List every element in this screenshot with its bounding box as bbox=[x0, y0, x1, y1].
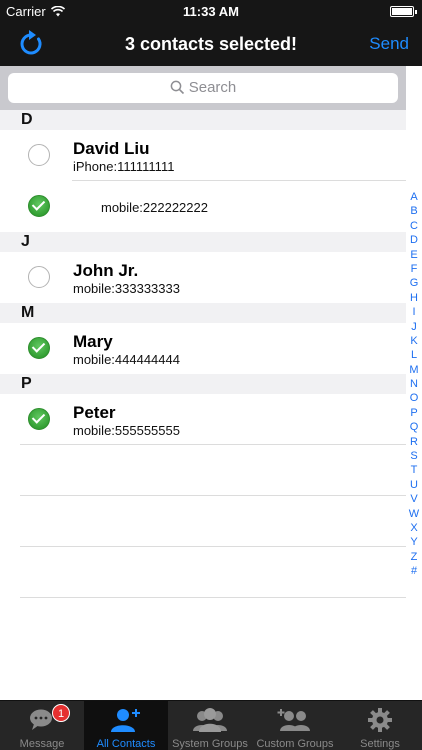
index-letter[interactable]: J bbox=[406, 320, 422, 334]
contact-name: Mary bbox=[73, 332, 113, 351]
index-letter[interactable]: O bbox=[406, 391, 422, 405]
contact-phone: iPhone:111111111 bbox=[73, 159, 175, 174]
section-header-m: M bbox=[0, 303, 406, 323]
status-bar: Carrier 11:33 AM bbox=[0, 0, 422, 22]
index-letter[interactable]: S bbox=[406, 449, 422, 463]
contact-name: David Liu bbox=[73, 139, 150, 158]
contact-name: John Jr. bbox=[73, 261, 139, 280]
index-letter[interactable]: L bbox=[406, 348, 422, 362]
index-letter[interactable]: Q bbox=[406, 420, 422, 434]
index-letter[interactable]: U bbox=[406, 478, 422, 492]
index-letter[interactable]: M bbox=[406, 363, 422, 377]
contact-row[interactable]: Peter mobile:555555555 bbox=[0, 394, 406, 445]
index-letter[interactable]: G bbox=[406, 276, 422, 290]
contact-row[interactable]: John Jr. mobile:333333333 bbox=[0, 252, 406, 303]
app-screen: Carrier 11:33 AM 3 contacts selected! Se… bbox=[0, 0, 422, 750]
index-letter[interactable]: I bbox=[406, 305, 422, 319]
top-bar: Carrier 11:33 AM 3 contacts selected! Se… bbox=[0, 0, 422, 66]
add-contact-icon bbox=[110, 707, 142, 736]
empty-row bbox=[0, 496, 406, 547]
select-radio[interactable] bbox=[28, 144, 50, 166]
index-letter[interactable]: X bbox=[406, 521, 422, 535]
search-placeholder: Search bbox=[188, 79, 237, 96]
index-letter[interactable]: C bbox=[406, 219, 422, 233]
index-letter[interactable]: # bbox=[406, 564, 422, 578]
index-letter[interactable]: V bbox=[406, 492, 422, 506]
tab-label: Message bbox=[19, 738, 65, 750]
empty-row bbox=[0, 547, 406, 598]
tab-label: Settings bbox=[360, 738, 400, 750]
contact-phone: mobile:444444444 bbox=[73, 352, 180, 367]
page-title: 3 contacts selected! bbox=[124, 34, 298, 54]
contact-phone: mobile:555555555 bbox=[73, 423, 180, 438]
add-group-icon bbox=[277, 707, 313, 736]
tab-label: All Contacts bbox=[96, 738, 156, 750]
index-letter[interactable]: W bbox=[406, 507, 422, 521]
contact-list: D David Liu iPhone:111111111 mobile:2222… bbox=[0, 110, 406, 700]
tab-custom-groups[interactable]: Custom Groups bbox=[252, 701, 338, 750]
index-letter[interactable]: K bbox=[406, 334, 422, 348]
empty-row bbox=[0, 445, 406, 496]
index-letter[interactable]: D bbox=[406, 233, 422, 247]
contact-row[interactable]: David Liu iPhone:111111111 bbox=[0, 130, 406, 181]
tab-message[interactable]: 1 Message bbox=[0, 701, 84, 750]
tab-settings[interactable]: Settings bbox=[338, 701, 422, 750]
index-letter[interactable]: A bbox=[406, 190, 422, 204]
index-letter[interactable]: R bbox=[406, 435, 422, 449]
contact-row[interactable]: Mary mobile:444444444 bbox=[0, 323, 406, 374]
section-index[interactable]: A B C D E F G H I J K L M N O P Q R S T … bbox=[406, 190, 422, 579]
contact-name: Peter bbox=[73, 403, 116, 422]
unread-badge: 1 bbox=[52, 704, 70, 722]
status-time: 11:33 AM bbox=[183, 4, 239, 19]
gear-icon bbox=[367, 707, 393, 736]
contact-phone: mobile:222222222 bbox=[101, 200, 208, 215]
nav-row: 3 contacts selected! Send bbox=[0, 22, 422, 66]
tab-all-contacts[interactable]: All Contacts bbox=[84, 701, 168, 750]
contact-row[interactable]: mobile:222222222 bbox=[0, 181, 406, 232]
refresh-icon[interactable] bbox=[16, 29, 46, 59]
send-button[interactable]: Send bbox=[369, 34, 409, 54]
index-letter[interactable]: E bbox=[406, 248, 422, 262]
index-letter[interactable]: B bbox=[406, 204, 422, 218]
section-header-p: P bbox=[0, 374, 406, 394]
tab-bar: 1 Message All Contacts System Groups Cus… bbox=[0, 700, 422, 750]
tab-label: Custom Groups bbox=[256, 738, 334, 750]
index-letter[interactable]: T bbox=[406, 463, 422, 477]
index-letter[interactable]: P bbox=[406, 406, 422, 420]
selected-check-icon[interactable] bbox=[28, 408, 50, 430]
tab-system-groups[interactable]: System Groups bbox=[168, 701, 252, 750]
search-input[interactable]: Search bbox=[8, 73, 398, 103]
selected-check-icon[interactable] bbox=[28, 195, 50, 217]
index-letter[interactable]: Y bbox=[406, 535, 422, 549]
section-header-d: D bbox=[0, 110, 406, 130]
index-letter[interactable]: N bbox=[406, 377, 422, 391]
selected-check-icon[interactable] bbox=[28, 337, 50, 359]
section-header-j: J bbox=[0, 232, 406, 252]
index-letter[interactable]: H bbox=[406, 291, 422, 305]
group-icon bbox=[192, 707, 228, 736]
battery-icon bbox=[390, 6, 417, 17]
select-radio[interactable] bbox=[28, 266, 50, 288]
contact-phone: mobile:333333333 bbox=[73, 281, 180, 296]
search-bar: Search bbox=[0, 66, 406, 110]
index-letter[interactable]: Z bbox=[406, 550, 422, 564]
search-icon bbox=[170, 80, 184, 95]
tab-label: System Groups bbox=[172, 738, 248, 750]
index-letter[interactable]: F bbox=[406, 262, 422, 276]
